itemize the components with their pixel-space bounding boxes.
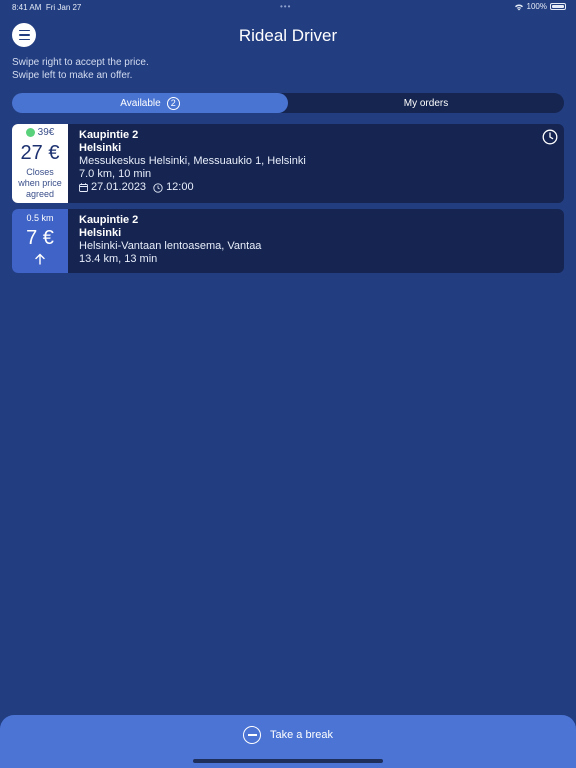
scheduled-clock-icon [542,129,558,145]
status-bar: 8:41 AM Fri Jan 27 ••• 100% [0,0,576,16]
tab-available[interactable]: Available 2 [12,93,288,113]
tab-my-orders-label: My orders [403,97,449,109]
take-break-button[interactable]: Take a break [0,726,576,744]
offer-price: 39€ [37,127,55,138]
status-time: 8:41 AM Fri Jan 27 [12,3,82,12]
bottom-bar: Take a break [0,715,576,768]
distance-duration: 7.0 km, 10 min [79,168,152,180]
battery-icon [550,3,566,10]
page-title: Rideal Driver [238,26,338,45]
distance-away: 0.5 km [26,213,54,223]
order-info: Kaupintie 2 Helsinki Messukeskus Helsink… [68,124,564,203]
order-card[interactable]: 39€ 27 € Closes when price agreed Kaupin… [12,124,564,203]
pickup-city: Helsinki [79,227,122,239]
multitasking-dots[interactable]: ••• [280,2,291,11]
pickup-address: Kaupintie 2 [79,129,139,141]
tab-available-label: Available [120,97,161,109]
take-break-label: Take a break [270,729,333,741]
home-indicator[interactable] [193,759,383,763]
price-panel: 39€ 27 € Closes when price agreed [12,124,68,203]
closes-note: Closes when price agreed [18,167,62,199]
order-info: Kaupintie 2 Helsinki Helsinki-Vantaan le… [68,209,564,273]
hint-offer: Swipe left to make an offer. [12,70,133,81]
calendar-icon [79,183,88,192]
tab-my-orders[interactable]: My orders [288,93,564,113]
orders-tab-control: Available 2 My orders [12,93,564,113]
pickup-city: Helsinki [79,142,122,154]
wifi-icon [514,4,523,10]
price-panel: 0.5 km 7 € [12,209,68,273]
order-price: 7 € [26,227,54,249]
available-count-badge: 2 [166,96,180,110]
destination: Messukeskus Helsinki, Messuaukio 1, Hels… [79,155,306,167]
clock-icon [153,182,163,193]
order-card[interactable]: 0.5 km 7 € Kaupintie 2 Helsinki Helsinki… [12,209,564,273]
order-price: 27 € [20,142,60,164]
status-right: 100% [514,2,566,11]
destination: Helsinki-Vantaan lentoasema, Vantaa [79,240,262,252]
hint-accept: Swipe right to accept the price. [12,57,149,68]
offer-status-dot [25,128,35,137]
minus-circle-icon [243,726,261,744]
battery-percent: 100% [526,2,547,11]
order-date: 27.01.2023 [91,181,147,193]
scheduled-time: 27.01.2023 12:00 [79,181,564,194]
order-time: 12:00 [166,181,194,193]
offer-row: 39€ [25,127,55,138]
arrow-up-icon [35,253,45,265]
distance-duration: 13.4 km, 13 min [79,253,158,265]
pickup-address: Kaupintie 2 [79,214,139,226]
